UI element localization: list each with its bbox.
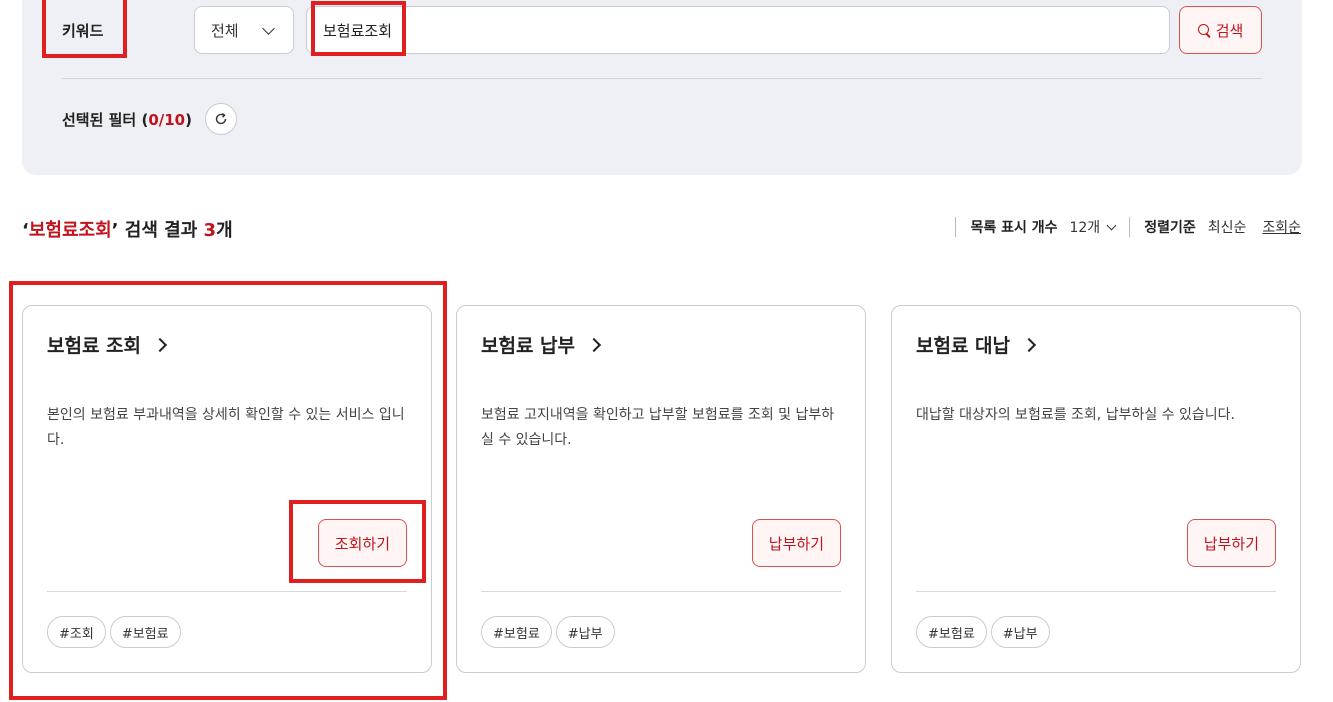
chevron-down-icon bbox=[262, 22, 275, 35]
toolbar-divider bbox=[1129, 217, 1131, 237]
keyword-label: 키워드 bbox=[62, 22, 104, 40]
filter-reset-button[interactable] bbox=[205, 103, 237, 135]
card-description: 대납할 대상자의 보험료를 조회, 납부하실 수 있습니다. bbox=[916, 407, 1235, 423]
result-count: 3 bbox=[203, 220, 217, 241]
toolbar-divider bbox=[955, 217, 957, 237]
inquiry-button[interactable]: 조회하기 bbox=[317, 519, 407, 567]
filter-count: 0/10 bbox=[148, 111, 186, 129]
panel-divider bbox=[62, 78, 1262, 79]
chevron-right-icon bbox=[152, 337, 168, 352]
card-tags: #보험료 #납부 bbox=[916, 616, 1050, 648]
quote-open: ‘ bbox=[22, 220, 29, 241]
card-title: 보험료 대납 bbox=[916, 335, 1011, 357]
service-card: 보험료 납부 보험료 고지내역을 확인하고 납부할 보험료를 조회 및 납부하실… bbox=[456, 305, 866, 673]
card-title-link[interactable]: 보험료 납부 bbox=[481, 331, 602, 358]
tag[interactable]: #보험료 bbox=[481, 616, 552, 648]
sort-label: 정렬기준 bbox=[1144, 220, 1196, 236]
card-divider bbox=[916, 591, 1276, 592]
result-toolbar: 목록 표시 개수 12개 정렬기준 최신순 조회순 bbox=[941, 217, 1301, 237]
card-title: 보험료 조회 bbox=[47, 335, 142, 357]
selected-filter-label: 선택된 필터 (0/10) bbox=[62, 109, 192, 130]
card-divider bbox=[47, 591, 407, 592]
display-count-label: 목록 표시 개수 bbox=[970, 220, 1058, 236]
card-title-link[interactable]: 보험료 조회 bbox=[47, 331, 168, 358]
card-title: 보험료 납부 bbox=[481, 335, 576, 357]
display-count-value: 12개 bbox=[1069, 220, 1101, 236]
card-divider bbox=[481, 591, 841, 592]
tag[interactable]: #보험료 bbox=[109, 616, 181, 648]
chevron-down-icon bbox=[1106, 220, 1117, 230]
chevron-right-icon bbox=[1021, 337, 1037, 352]
scope-select[interactable]: 전체 bbox=[194, 6, 294, 54]
tag[interactable]: #조회 bbox=[47, 616, 106, 648]
service-card: 보험료 조회 본인의 보험료 부과내역을 상세히 확인할 수 있는 서비스 입니… bbox=[22, 305, 432, 673]
refresh-icon bbox=[215, 113, 227, 125]
card-description: 보험료 고지내역을 확인하고 납부할 보험료를 조회 및 납부하실 수 있습니다… bbox=[481, 407, 835, 448]
service-card: 보험료 대납 대납할 대상자의 보험료를 조회, 납부하실 수 있습니다. 납부… bbox=[891, 305, 1301, 673]
filter-label-suffix: ) bbox=[185, 111, 192, 129]
search-button-label: 검색 bbox=[1215, 21, 1244, 40]
filter-label-prefix: 선택된 필터 ( bbox=[62, 111, 149, 129]
sort-latest[interactable]: 최신순 bbox=[1208, 217, 1247, 237]
proxy-payment-button[interactable]: 납부하기 bbox=[1186, 519, 1276, 567]
tag[interactable]: #납부 bbox=[555, 616, 615, 648]
card-title-link[interactable]: 보험료 대납 bbox=[916, 331, 1037, 358]
result-heading: ‘보험료조회’ 검색 결과 3개 bbox=[22, 216, 233, 242]
card-tags: #보험료 #납부 bbox=[481, 616, 615, 648]
result-unit: 개 bbox=[216, 220, 233, 241]
result-keyword: 보험료조회 bbox=[28, 220, 112, 241]
search-icon bbox=[1197, 23, 1211, 37]
payment-button[interactable]: 납부하기 bbox=[751, 519, 841, 567]
sort-views[interactable]: 조회순 bbox=[1262, 217, 1301, 237]
card-description: 본인의 보험료 부과내역을 상세히 확인할 수 있는 서비스 입니다. bbox=[47, 407, 405, 448]
tag[interactable]: #납부 bbox=[990, 616, 1050, 648]
result-text: 검색 결과 bbox=[118, 220, 204, 241]
search-button[interactable]: 검색 bbox=[1179, 6, 1262, 54]
chevron-right-icon bbox=[586, 337, 602, 352]
card-tags: #조회 #보험료 bbox=[47, 616, 181, 648]
scope-select-value: 전체 bbox=[211, 21, 239, 40]
search-input[interactable] bbox=[306, 6, 1170, 54]
quote-close: ’ bbox=[111, 220, 119, 241]
tag[interactable]: #보험료 bbox=[916, 616, 987, 648]
display-count-select[interactable]: 12개 bbox=[1069, 217, 1117, 237]
